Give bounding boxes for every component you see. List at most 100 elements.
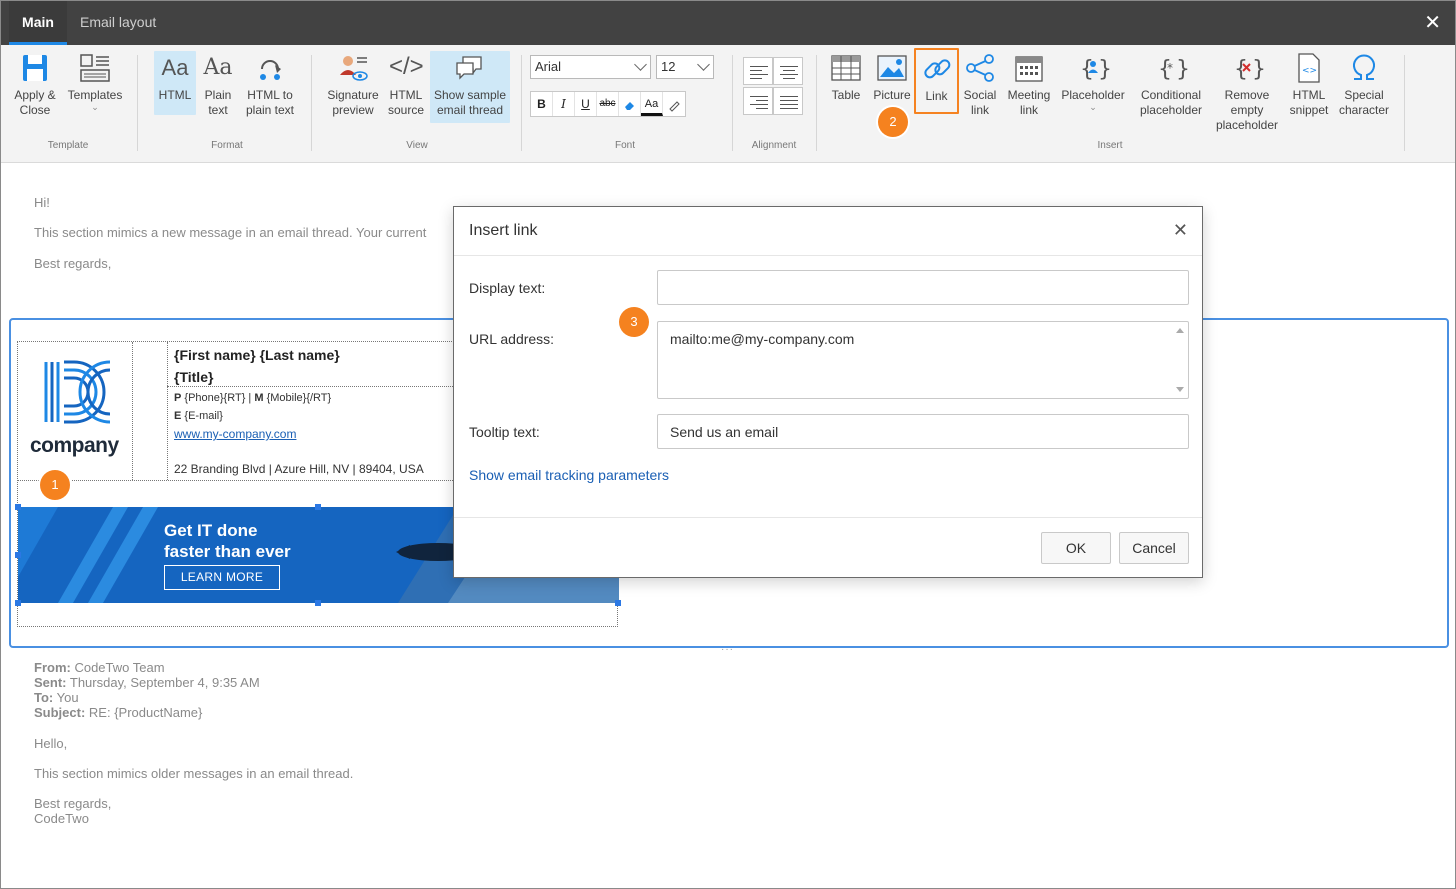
font-format-buttons: B I U abc Aa — [530, 91, 686, 117]
show-tracking-parameters-link[interactable]: Show email tracking parameters — [469, 467, 669, 483]
insert-table-button[interactable]: Table — [829, 51, 863, 103]
font-color-button[interactable]: Aa — [641, 92, 663, 116]
tooltip-text-label: Tooltip text: — [469, 424, 540, 440]
ribbon-divider — [816, 55, 817, 151]
resize-handle[interactable] — [615, 600, 621, 606]
signature-preview-icon — [340, 56, 368, 81]
show-sample-thread-button[interactable]: Show sample email thread — [430, 51, 510, 123]
strikethrough-button[interactable]: abc — [597, 92, 619, 116]
svg-text:<>: <> — [1302, 66, 1317, 76]
cancel-button[interactable]: Cancel — [1119, 532, 1189, 564]
italic-button[interactable]: I — [553, 92, 575, 116]
scroll-down-arrow-icon[interactable] — [1176, 387, 1184, 392]
group-label-font: Font — [614, 140, 635, 151]
font-size-select[interactable]: 12 — [656, 55, 714, 79]
scroll-up-arrow-icon[interactable] — [1176, 328, 1184, 333]
chevron-down-icon: ⌄ — [1089, 102, 1097, 112]
close-icon[interactable]: ✕ — [1173, 221, 1188, 239]
company-logo-text: company — [30, 434, 119, 457]
greeting-text: Hi! — [34, 195, 50, 210]
thread-signoff: CodeTwo — [34, 811, 89, 826]
share-icon — [966, 54, 994, 82]
calendar-icon — [1015, 56, 1043, 82]
font-family-select[interactable]: Arial — [530, 55, 651, 79]
align-right-button[interactable] — [743, 87, 773, 115]
html-to-plain-text-button[interactable]: HTML to plain text — [243, 51, 297, 118]
thread-subject: Subject: RE: {ProductName} — [34, 705, 203, 720]
ribbon-divider — [521, 55, 522, 151]
insert-html-snippet-button[interactable]: <> HTML snippet — [1286, 51, 1332, 118]
underline-button[interactable]: U — [575, 92, 597, 116]
resize-handle[interactable] — [315, 504, 321, 510]
resize-handle[interactable] — [15, 552, 21, 558]
resize-grip-icon[interactable]: ··· — [721, 644, 734, 655]
format-html-button[interactable]: Aa HTML — [154, 51, 196, 115]
html-snippet-icon: <> — [1298, 53, 1320, 83]
insert-social-link-button[interactable]: Social link — [961, 51, 999, 118]
svg-text:{: { — [1080, 57, 1094, 82]
signature-email-line: E {E-mail} — [174, 410, 223, 422]
highlight-color-button[interactable] — [663, 92, 685, 116]
align-left-button[interactable] — [743, 57, 773, 85]
insert-link-button[interactable]: Link — [914, 48, 959, 114]
templates-icon — [80, 54, 110, 82]
thread-to: To: You — [34, 690, 79, 705]
url-address-input[interactable]: mailto:me@my-company.com — [657, 321, 1189, 399]
signature-address: 22 Branding Blvd | Azure Hill, NV | 8940… — [174, 462, 424, 476]
svg-text:}: } — [1098, 57, 1110, 82]
svg-text:*: * — [1167, 61, 1173, 75]
save-icon — [23, 55, 47, 81]
convert-icon — [260, 60, 281, 80]
signature-website-link[interactable]: www.my-company.com — [174, 427, 296, 441]
thread-from: From: CodeTwo Team — [34, 660, 165, 675]
editor-window: Main Email layout ✕ Apply & Close Templa… — [0, 0, 1456, 889]
group-label-format: Format — [211, 140, 243, 151]
eraser-icon — [624, 101, 634, 110]
format-plain-text-button[interactable]: Aa Plain text — [199, 51, 237, 118]
tooltip-text-input[interactable] — [657, 414, 1189, 449]
thread-body: This section mimics older messages in an… — [34, 766, 354, 781]
ribbon-divider — [732, 55, 733, 151]
tab-email-layout[interactable]: Email layout — [80, 1, 156, 45]
html-source-button[interactable]: </> HTML source — [386, 51, 426, 118]
align-justify-button[interactable] — [773, 87, 803, 115]
group-label-insert: Insert — [1097, 140, 1123, 151]
resize-handle[interactable] — [315, 600, 321, 606]
display-text-input[interactable] — [657, 270, 1189, 305]
link-icon — [923, 59, 950, 79]
bold-button[interactable]: B — [531, 92, 553, 116]
display-text-label: Display text: — [469, 280, 546, 296]
resize-handle[interactable] — [15, 600, 21, 606]
url-address-label: URL address: — [469, 331, 555, 347]
chat-bubbles-icon — [456, 56, 482, 80]
company-logo-icon — [44, 360, 111, 424]
remove-empty-placeholder-button[interactable]: { } Remove empty placeholder — [1213, 51, 1281, 133]
step-badge-2: 2 — [878, 107, 908, 137]
align-center-button[interactable] — [773, 57, 803, 85]
insert-special-character-button[interactable]: Special character — [1337, 51, 1391, 118]
chevron-down-icon: ⌄ — [91, 102, 99, 112]
plain-text-icon: Aa — [203, 55, 233, 80]
insert-meeting-link-button[interactable]: Meeting link — [1004, 51, 1054, 118]
resize-handle[interactable] — [15, 504, 21, 510]
regards-text: Best regards, — [34, 256, 112, 271]
svg-text:}: } — [1252, 57, 1264, 82]
ribbon-divider — [1404, 55, 1405, 151]
insert-placeholder-button[interactable]: { } Placeholder ⌄ — [1059, 51, 1127, 112]
insert-picture-button[interactable]: Picture — [871, 51, 913, 103]
insert-conditional-placeholder-button[interactable]: { } * Conditional placeholder — [1133, 51, 1209, 118]
tab-main[interactable]: Main — [9, 1, 67, 45]
group-label-alignment: Alignment — [751, 140, 797, 151]
learn-more-button[interactable]: LEARN MORE — [164, 565, 280, 590]
thread-regards: Best regards, — [34, 796, 112, 811]
close-icon[interactable]: ✕ — [1424, 13, 1441, 33]
apply-close-button[interactable]: Apply & Close — [11, 51, 59, 118]
clear-format-button[interactable] — [619, 92, 641, 116]
dialog-title: Insert link — [469, 222, 538, 239]
signature-name: {First name} {Last name} — [174, 347, 340, 363]
signature-preview-button[interactable]: Signature preview — [324, 51, 382, 118]
omega-icon — [1353, 54, 1375, 80]
templates-button[interactable]: Templates ⌄ — [65, 51, 125, 112]
conditional-placeholder-icon: { } * — [1158, 57, 1188, 82]
ok-button[interactable]: OK — [1041, 532, 1111, 564]
